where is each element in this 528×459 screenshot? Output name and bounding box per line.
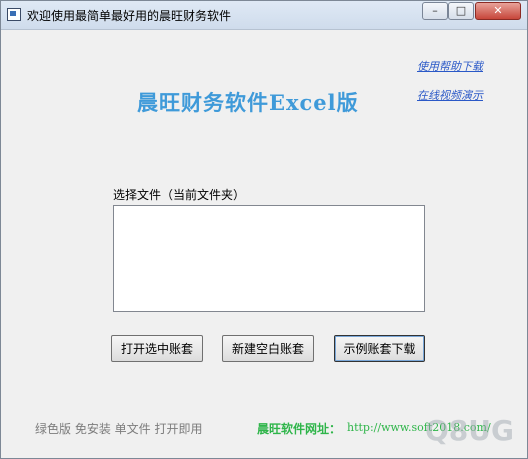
svg-text:Q8UG: Q8UG [425,414,514,447]
website-label: 晨旺软件网址： [257,422,342,436]
title-bar[interactable]: 欢迎使用最简单最好用的晨旺财务软件 – □ ✕ [1,1,527,30]
app-icon[interactable] [7,8,21,21]
close-button[interactable]: ✕ [475,2,521,20]
file-list-box[interactable] [113,205,425,312]
main-panel: 使用帮助下载 在线视频演示 晨旺财务软件Excel版 选择文件（当前文件夹） 打… [1,30,527,458]
maximize-button[interactable]: □ [448,2,474,20]
file-list-label: 选择文件（当前文件夹） [113,188,246,202]
help-download-link[interactable]: 使用帮助下载 [417,58,483,74]
open-selected-button[interactable]: 打开选中账套 [111,335,203,362]
app-window: 欢迎使用最简单最好用的晨旺财务软件 – □ ✕ 使用帮助下载 在线视频演示 晨旺… [0,0,528,459]
footer-note: 绿色版 免安装 单文件 打开即用 [35,422,203,436]
watermark-logo-icon: Q8UG [425,414,514,447]
new-blank-button[interactable]: 新建空白账套 [222,335,314,362]
sample-download-button[interactable]: 示例账套下载 [334,335,425,362]
window-title: 欢迎使用最简单最好用的晨旺财务软件 [27,9,232,23]
video-demo-link[interactable]: 在线视频演示 [417,87,483,103]
minimize-button[interactable]: – [422,2,448,20]
main-title: 晨旺财务软件Excel版 [137,90,359,115]
